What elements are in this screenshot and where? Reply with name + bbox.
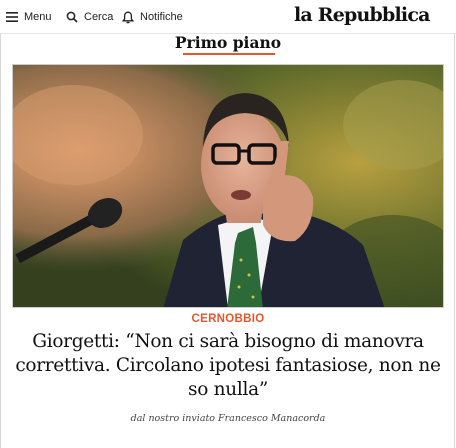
article-byline: dal nostro inviato Francesco Manacorda [130, 413, 326, 424]
search-icon [66, 11, 78, 23]
top-navigation-bar: Menu Cerca Notifiche la Repubblica [0, 0, 456, 34]
bell-icon [122, 11, 134, 24]
notifications-label: Notifiche [140, 11, 183, 23]
article-hero-image[interactable] [12, 64, 444, 308]
search-label: Cerca [84, 11, 114, 23]
right-divider [454, 34, 455, 448]
section-underline [183, 53, 275, 55]
site-logo[interactable]: la Repubblica [294, 4, 430, 26]
menu-button[interactable]: Menu [6, 9, 52, 25]
section-title[interactable]: Primo piano [0, 33, 456, 52]
search-button[interactable]: Cerca [66, 9, 113, 25]
article-kicker[interactable]: CERNOBBIO [0, 313, 456, 325]
article-headline[interactable]: Giorgetti: “Non ci sarà bisogno di manov… [14, 330, 442, 402]
hamburger-icon [6, 12, 18, 22]
notifications-button[interactable]: Notifiche [122, 9, 183, 25]
left-divider [0, 34, 1, 448]
photo-of-speaker-icon [13, 65, 443, 307]
menu-label: Menu [24, 11, 52, 23]
